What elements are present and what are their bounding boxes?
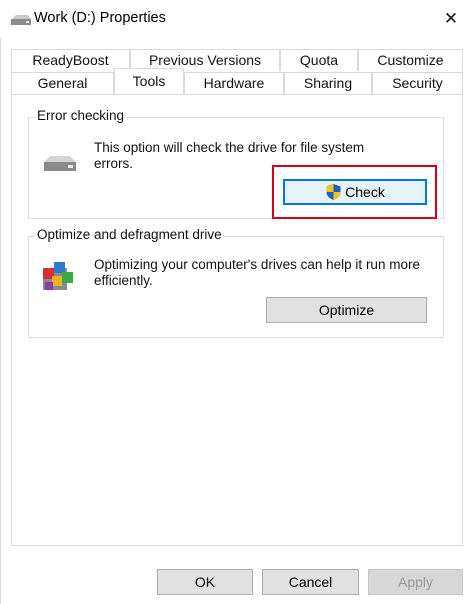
tab-quota[interactable]: Quota [280, 49, 358, 71]
title-bar: Work (D:) Properties ✕ [0, 0, 474, 38]
optimize-description: Optimizing your computer's drives can he… [94, 257, 420, 288]
optimize-button[interactable]: Optimize [266, 297, 427, 323]
drive-icon [10, 13, 32, 27]
close-button[interactable]: ✕ [428, 0, 474, 38]
tab-customize[interactable]: Customize [358, 49, 463, 71]
close-icon: ✕ [443, 9, 459, 28]
tab-tools[interactable]: Tools [114, 68, 184, 94]
window-title: Work (D:) Properties [34, 10, 166, 26]
error-checking-label: Error checking [35, 108, 127, 123]
cancel-button[interactable]: Cancel [262, 569, 359, 595]
tab-general[interactable]: General [11, 72, 114, 94]
properties-dialog: Work (D:) Properties ✕ ReadyBoost Previo… [0, 0, 474, 604]
tab-readyboost[interactable]: ReadyBoost [11, 49, 130, 71]
apply-button[interactable]: Apply [368, 569, 463, 595]
ok-button[interactable]: OK [157, 569, 253, 595]
shield-icon [325, 183, 342, 201]
optimize-label: Optimize and defragment drive [35, 227, 224, 242]
tab-sharing[interactable]: Sharing [284, 72, 372, 94]
check-button-label: Check [345, 184, 385, 200]
tab-hardware[interactable]: Hardware [184, 72, 284, 94]
check-button[interactable]: Check [283, 179, 427, 205]
drive-icon [40, 153, 78, 178]
defrag-icon [40, 258, 78, 297]
tab-security[interactable]: Security [372, 72, 463, 94]
